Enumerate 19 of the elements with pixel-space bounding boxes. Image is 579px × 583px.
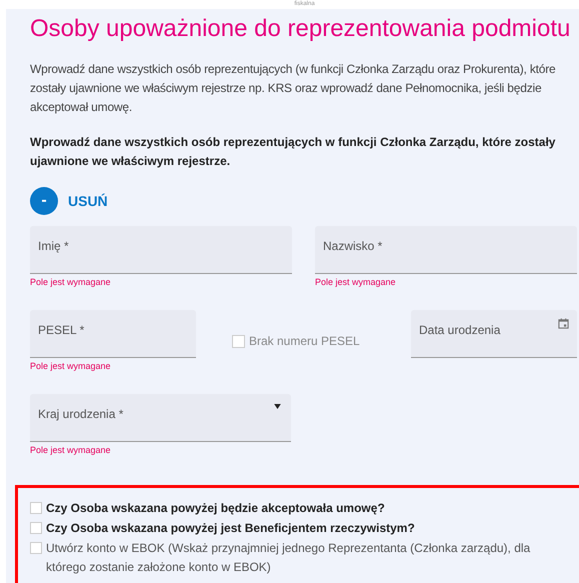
- checkbox-option[interactable]: Czy Osoba wskazana powyżej będzie akceptowała umowę?: [30, 499, 565, 518]
- checkbox-option[interactable]: Czy Osoba wskazana powyżej jest Beneficjentem rzeczywistym?: [30, 519, 565, 538]
- error-message: Pole jest wymagane: [30, 445, 112, 456]
- dropdown-arrow-icon[interactable]: [274, 404, 281, 409]
- error-message: Pole jest wymagane: [30, 277, 112, 288]
- input-field[interactable]: Nazwisko *: [315, 226, 577, 274]
- error-message: Pole jest wymagane: [30, 361, 112, 372]
- checkbox-option[interactable]: Utwórz konto w EBOK (Wskaż przynajmniej jednego Reprezentanta (Członka zarządu), dla którego zostanie założone konto w EBOK): [30, 539, 565, 577]
- page-title: Osoby upoważnione do reprezentowania podmiotu: [30, 14, 572, 44]
- input-field[interactable]: Data urodzenia: [411, 310, 577, 358]
- input-field[interactable]: Kraj urodzenia *: [30, 394, 291, 442]
- intro-paragraph: Wprowadź dane wszystkich osób reprezentujących (w funkcji Członka Zarządu oraz Prokurenta), które zostały ujawnione we właściwym rejestrze np. KRS oraz wprowadź dane Pełnomocnika, jeśli będzie akceptował umowę.: [30, 61, 556, 116]
- no-pesel-checkbox[interactable]: Brak numeru PESEL: [232, 332, 411, 350]
- remove-button[interactable]: - USUŃ: [30, 187, 108, 215]
- calendar-icon[interactable]: [558, 318, 569, 329]
- instruction-paragraph: Wprowadź dane wszystkich osób reprezentujących w funkcji Członka Zarządu, które zostały ujawnione we właściwym rejestrze.: [30, 134, 556, 170]
- error-message: Pole jest wymagane: [315, 277, 397, 288]
- input-field[interactable]: PESEL *: [30, 310, 196, 358]
- input-field[interactable]: Imię *: [30, 226, 292, 274]
